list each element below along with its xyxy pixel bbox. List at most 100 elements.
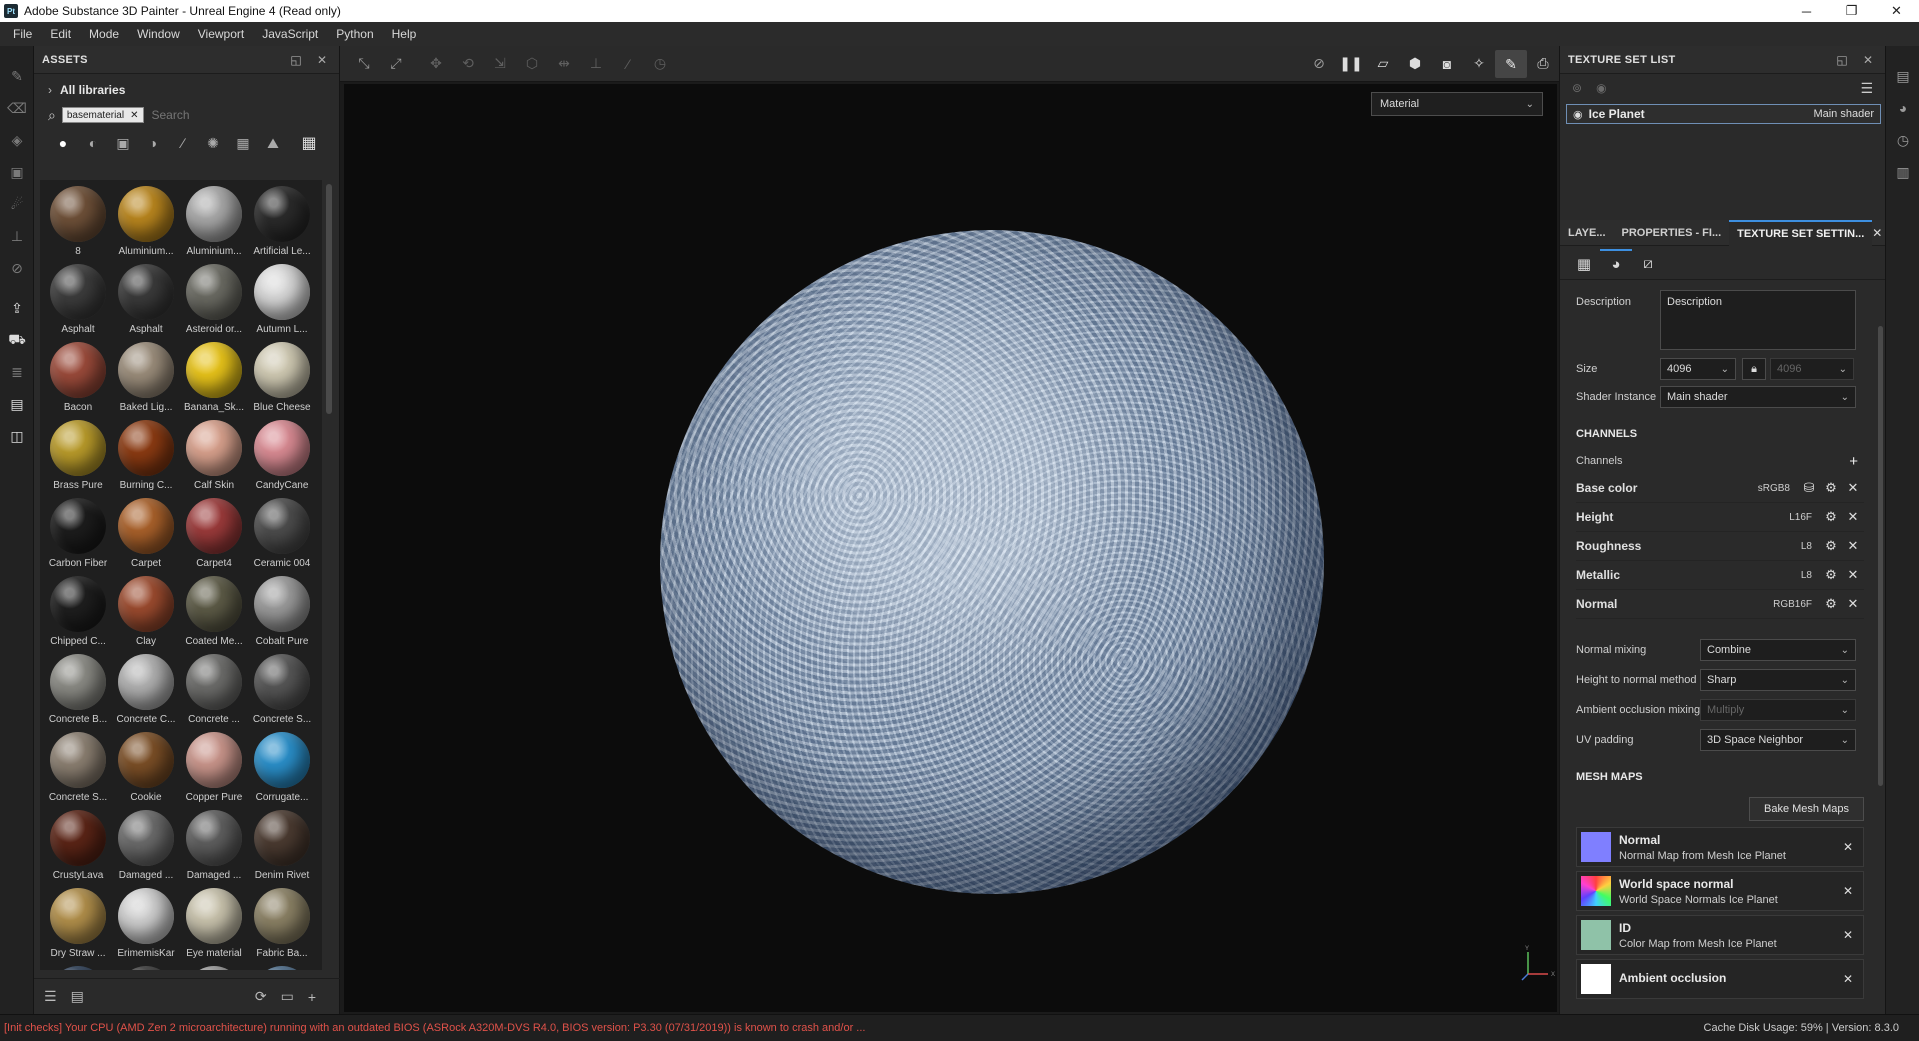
remove-channel-icon[interactable]: ✕ (1842, 596, 1864, 612)
rotate-icon[interactable]: ⟲ (452, 55, 484, 72)
asset-tile[interactable]: Carpet (112, 496, 180, 574)
asset-tile[interactable]: Artificial Le... (248, 184, 316, 262)
add-channel-icon[interactable]: + (1849, 453, 1858, 470)
menu-viewport[interactable]: Viewport (189, 22, 253, 46)
asset-tile[interactable] (112, 964, 180, 970)
channel-format[interactable]: L16F (1789, 512, 1812, 523)
asset-tile[interactable]: Concrete B... (44, 652, 112, 730)
pattern-filter-icon[interactable]: ▦ (228, 135, 258, 152)
close-icon[interactable]: ✕ (1859, 53, 1877, 67)
screenshot-icon[interactable]: ⎙ (1527, 55, 1559, 72)
remove-channel-icon[interactable]: ✕ (1842, 538, 1864, 554)
history-icon[interactable]: ◷ (644, 55, 676, 72)
list-view-icon[interactable]: ☰ (44, 988, 57, 1005)
remove-channel-icon[interactable]: ✕ (1842, 480, 1864, 496)
mask-filter-icon[interactable]: ◑ (138, 135, 168, 151)
channel-row[interactable]: Roughness L8 ⚙ ✕ (1576, 532, 1864, 561)
close-icon[interactable]: ✕ (313, 53, 331, 67)
asset-tile[interactable]: Concrete C... (112, 652, 180, 730)
asset-tile[interactable]: Burning C... (112, 418, 180, 496)
viewport-mode-select[interactable]: Material ⌄ (1371, 92, 1543, 116)
asset-tile[interactable]: Damaged ... (180, 808, 248, 886)
menu-icon[interactable]: ☰ (1860, 80, 1873, 97)
remove-channel-icon[interactable]: ✕ (1842, 509, 1864, 525)
settings-grid-icon[interactable]: ▦ (1568, 249, 1600, 279)
hide-icon[interactable]: ⊘ (1303, 55, 1335, 72)
asset-tile[interactable]: Clay (112, 574, 180, 652)
grid-view-icon[interactable]: ▦ (294, 133, 324, 153)
2d-view-icon[interactable]: ▱ (1367, 55, 1399, 72)
scale-icon[interactable]: ⇲ (484, 55, 516, 72)
search-input[interactable] (151, 108, 272, 122)
mirror-icon[interactable]: ⇹ (548, 55, 580, 72)
bake-icon[interactable]: ⛟ (0, 324, 34, 356)
remove-channel-icon[interactable]: ✕ (1842, 567, 1864, 583)
pause-icon[interactable]: ❚❚ (1335, 55, 1367, 72)
mesh-map-swatch[interactable] (1581, 876, 1611, 906)
snap-icon[interactable]: ⁄ (612, 56, 644, 72)
ice-planet-mesh[interactable] (660, 230, 1324, 894)
cube-icon[interactable]: ⬡ (516, 55, 548, 72)
projection-icon[interactable]: ◈ (0, 124, 34, 156)
channel-format[interactable]: L8 (1801, 570, 1812, 581)
texture-filter-icon[interactable]: ▣ (108, 135, 138, 152)
asset-tile[interactable]: Carpet4 (180, 496, 248, 574)
channel-format[interactable]: sRGB8 (1758, 483, 1790, 494)
asset-tile[interactable]: Bacon (44, 340, 112, 418)
tab-properties[interactable]: PROPERTIES - FI... (1614, 220, 1730, 246)
asset-tile[interactable]: Asphalt (112, 262, 180, 340)
tab-texture-set-settings[interactable]: TEXTURE SET SETTIN... (1729, 219, 1873, 246)
eye-icon[interactable]: ◉ (1573, 108, 1583, 121)
asset-tile[interactable]: Concrete ... (180, 652, 248, 730)
polygon-fill-icon[interactable]: ▣ (0, 156, 34, 188)
asset-tile[interactable]: Corrugate... (248, 730, 316, 808)
asset-tile[interactable]: ErimemisKar (112, 886, 180, 964)
document-icon[interactable]: ▤ (0, 388, 34, 420)
asset-tile[interactable]: Cobalt Pure (248, 574, 316, 652)
camera-icon[interactable]: ◙ (1431, 56, 1463, 72)
bake-mesh-maps-button[interactable]: Bake Mesh Maps (1749, 797, 1864, 821)
paint-mode-icon[interactable]: ✎ (1495, 49, 1527, 78)
menu-file[interactable]: File (4, 22, 41, 46)
gear-icon[interactable]: ⚙ (1820, 480, 1842, 496)
assets-scrollbar[interactable] (326, 184, 332, 414)
remove-mesh-map-icon[interactable]: ✕ (1843, 972, 1863, 986)
remove-mesh-map-icon[interactable]: ✕ (1843, 928, 1863, 942)
remove-mesh-map-icon[interactable]: ✕ (1843, 840, 1863, 854)
channel-row[interactable]: Metallic L8 ⚙ ✕ (1576, 561, 1864, 590)
init-check-warning[interactable]: [Init checks] Your CPU (AMD Zen 2 microa… (4, 1022, 1704, 1034)
asset-tile[interactable]: Carbon Fiber (44, 496, 112, 574)
align-icon[interactable]: ⊥ (580, 55, 612, 72)
channel-row[interactable]: Normal RGB16F ⚙ ✕ (1576, 590, 1864, 619)
mesh-map-row[interactable]: Ambient occlusion ✕ (1576, 959, 1864, 999)
normal-mixing-select[interactable]: Combine ⌄ (1700, 639, 1856, 661)
minimize-button[interactable]: ─ (1784, 0, 1829, 22)
export-icon[interactable]: ⇪ (0, 292, 34, 324)
asset-tile[interactable]: Concrete S... (248, 652, 316, 730)
color-profile-icon[interactable]: ⛁ (1798, 480, 1820, 496)
uv-padding-select[interactable]: 3D Space Neighbor ⌄ (1700, 729, 1856, 751)
mesh-map-row[interactable]: ID Color Map from Mesh Ice Planet ✕ (1576, 915, 1864, 955)
mesh-map-swatch[interactable] (1581, 832, 1611, 862)
remove-mesh-map-icon[interactable]: ✕ (1843, 884, 1863, 898)
texture-set-row[interactable]: ◉ Ice Planet Main shader (1566, 104, 1881, 124)
clone-stamp-icon[interactable]: ⊥ (0, 220, 34, 252)
menu-edit[interactable]: Edit (41, 22, 80, 46)
menu-javascript[interactable]: JavaScript (253, 22, 327, 46)
undock-icon[interactable]: ◱ (287, 53, 305, 67)
maximize-button[interactable]: ❐ (1829, 0, 1874, 22)
uv-layout-icon[interactable]: ⧄ (1632, 249, 1664, 279)
asset-tile[interactable]: CandyCane (248, 418, 316, 496)
shader-sphere-icon[interactable]: ◕ (1600, 248, 1632, 279)
channel-row[interactable]: Height L16F ⚙ ✕ (1576, 503, 1864, 532)
transform-uv-icon[interactable]: ⤡ (348, 55, 380, 72)
layer-stack-icon[interactable]: ≣ (0, 356, 34, 388)
gear-icon[interactable]: ⚙ (1820, 567, 1842, 583)
tab-layers[interactable]: LAYE... (1560, 220, 1614, 246)
texture-set-list-icon[interactable]: ▤ (1886, 60, 1919, 92)
asset-tile[interactable]: Cookie (112, 730, 180, 808)
menu-mode[interactable]: Mode (80, 22, 128, 46)
refresh-icon[interactable]: ⟳ (255, 988, 267, 1005)
asset-tile[interactable]: Eye material (180, 886, 248, 964)
size-select[interactable]: 4096 ⌄ (1660, 358, 1736, 380)
